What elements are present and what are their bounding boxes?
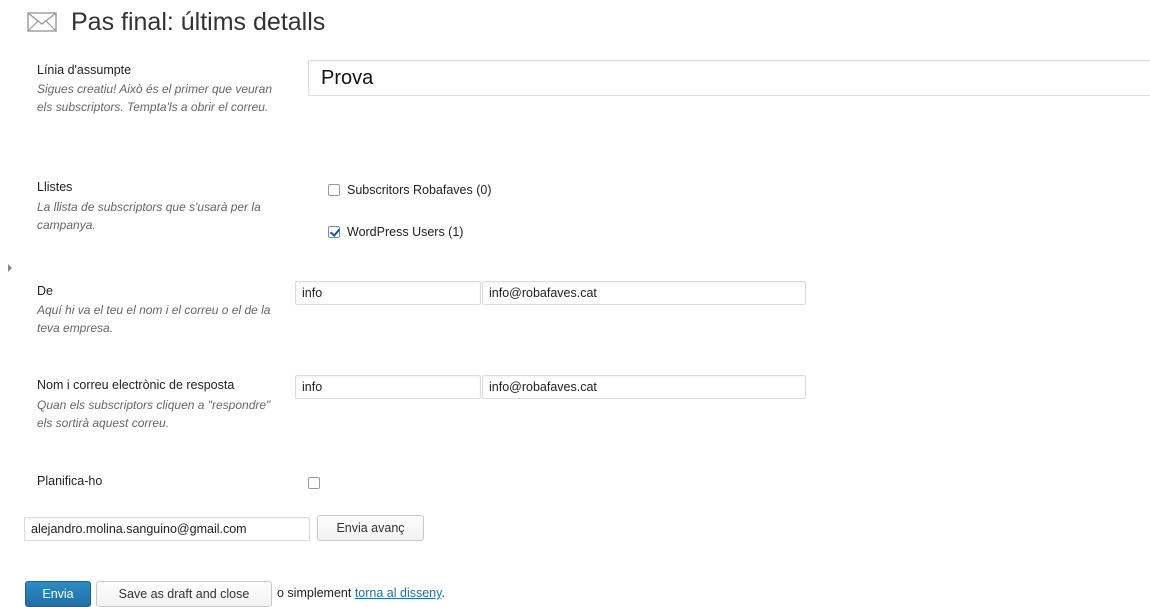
subject-label: Línia d'assumpte — [37, 63, 132, 77]
list-option-label: WordPress Users (1) — [347, 225, 464, 239]
envelope-icon — [27, 11, 57, 33]
list-option-label: Subscritors Robafaves (0) — [347, 183, 492, 197]
from-label: De — [37, 284, 53, 298]
list-option-robafaves[interactable]: Subscritors Robafaves (0) — [328, 183, 492, 197]
from-description: Aquí hi va el teu el nom i el correu o e… — [37, 303, 271, 335]
list-checkbox-wordpress-users[interactable] — [328, 226, 340, 238]
or-text: o simplement — [277, 586, 352, 600]
collapse-arrow-icon[interactable] — [8, 264, 12, 272]
lists-label: Llistes — [37, 180, 73, 194]
schedule-label: Planifica-ho — [37, 474, 103, 488]
reply-to-description: Quan els subscriptors cliquen a "respond… — [37, 398, 271, 430]
back-to-design-text: o simplement torna al disseny. — [277, 586, 445, 600]
subject-input[interactable] — [308, 60, 1150, 96]
subject-description: Sigues creatiu! Això és el primer que ve… — [37, 82, 273, 114]
send-button[interactable]: Envia — [25, 581, 91, 607]
from-name-input[interactable] — [295, 281, 481, 305]
list-checkbox-robafaves[interactable] — [328, 184, 340, 196]
from-email-input[interactable] — [482, 281, 806, 305]
schedule-checkbox[interactable] — [308, 477, 320, 489]
page-title: Pas final: últims detalls — [71, 7, 326, 36]
list-option-wordpress-users[interactable]: WordPress Users (1) — [328, 225, 463, 239]
send-preview-button[interactable]: Envia avanç — [317, 515, 424, 541]
reply-to-email-input[interactable] — [482, 375, 806, 399]
back-to-design-link[interactable]: torna al disseny — [355, 586, 442, 600]
save-draft-button[interactable]: Save as draft and close — [96, 581, 272, 607]
preview-email-input[interactable] — [24, 517, 310, 541]
newsletter-final-step-page: Pas final: últims detalls Línia d'assump… — [0, 0, 1150, 607]
page-header: Pas final: últims detalls — [27, 4, 325, 40]
lists-description: La llista de subscriptors que s'usarà pe… — [37, 200, 261, 232]
reply-to-label: Nom i correu electrònic de resposta — [37, 378, 235, 392]
period-text: . — [441, 586, 445, 600]
reply-to-name-input[interactable] — [295, 375, 481, 399]
